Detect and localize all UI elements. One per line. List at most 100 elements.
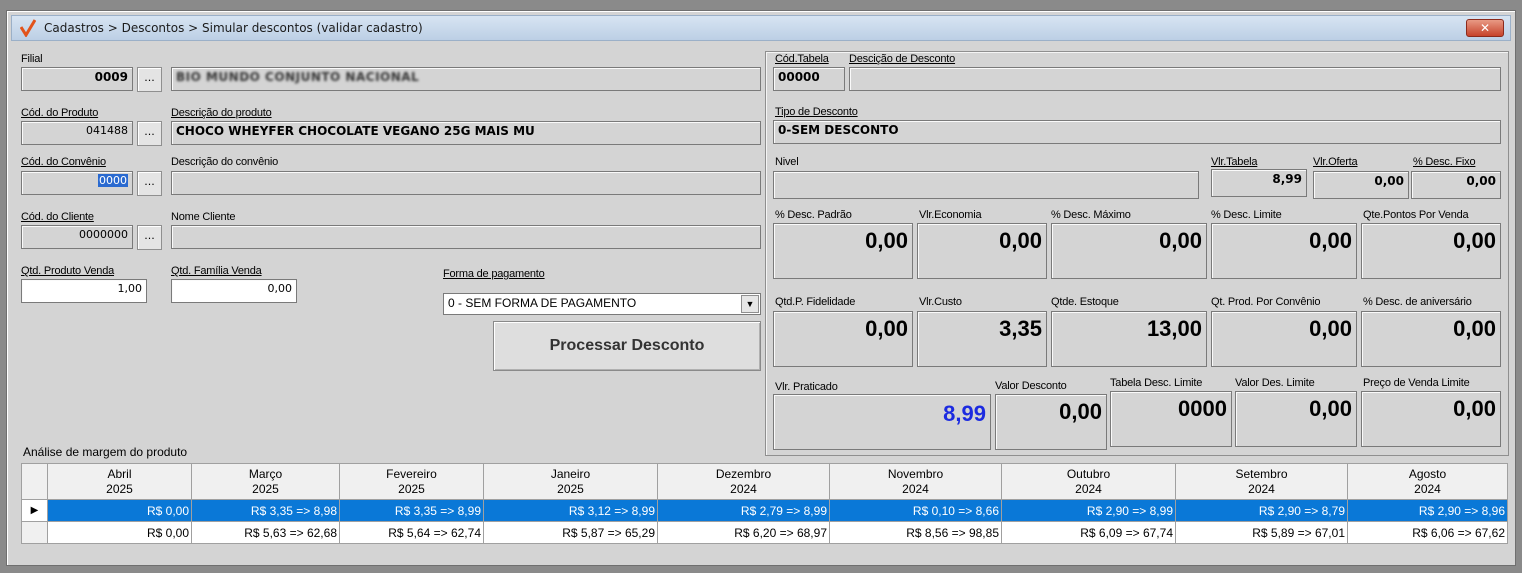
table-price-label: Vlr.Tabela	[1211, 156, 1258, 168]
grid-cell[interactable]: R$ 0,00	[47, 499, 192, 522]
grid-cell[interactable]: R$ 6,06 => 67,62	[1347, 521, 1508, 544]
product-desc-field: CHOCO WHEYFER CHOCOLATE VEGANO 25G MAIS …	[171, 121, 761, 145]
month-label: Setembro	[1235, 466, 1288, 481]
checkmark-logo-icon	[18, 18, 38, 38]
grid-cell[interactable]: R$ 6,09 => 67,74	[1001, 521, 1176, 544]
grid-header-cell[interactable]: Setembro 2024	[1175, 463, 1348, 500]
product-lookup-button[interactable]: ...	[137, 121, 162, 146]
std-discount-label: % Desc. Padrão	[775, 209, 852, 221]
table-code-field: 00000	[773, 67, 845, 91]
grid-header-cell[interactable]: Janeiro 2025	[483, 463, 658, 500]
product-desc-label: Descrição do produto	[171, 107, 272, 119]
year-label: 2024	[1414, 481, 1441, 496]
qty-family-field[interactable]: 0,00	[171, 279, 297, 303]
month-label: Março	[248, 466, 283, 481]
qty-product-field[interactable]: 1,00	[21, 279, 147, 303]
grid-header-cell[interactable]: Dezembro 2024	[657, 463, 830, 500]
grid-cell[interactable]: R$ 2,90 => 8,99	[1001, 499, 1176, 522]
client-name-label: Nome Cliente	[171, 211, 236, 223]
grid-cell[interactable]: R$ 2,90 => 8,96	[1347, 499, 1508, 522]
grid-cell[interactable]: R$ 0,00	[47, 521, 192, 544]
year-label: 2025	[106, 481, 133, 496]
discount-value-label: Valor Desconto	[995, 380, 1067, 392]
month-label: Dezembro	[715, 466, 772, 481]
grid-cell[interactable]: R$ 3,35 => 8,98	[191, 499, 340, 522]
grid-header-cell[interactable]: Abril 2025	[47, 463, 192, 500]
limit-table-label: Tabela Desc. Limite	[1110, 377, 1203, 389]
agreement-code-field[interactable]: 0000	[21, 171, 133, 195]
cost-value: 3,35	[917, 311, 1047, 367]
table-row[interactable]: R$ 0,00 R$ 5,63 => 62,68 R$ 5,64 => 62,7…	[21, 521, 1508, 544]
month-label: Abril	[107, 466, 132, 481]
grid-cell[interactable]: R$ 5,63 => 62,68	[191, 521, 340, 544]
agreement-desc-field	[171, 171, 761, 195]
table-code-label: Cód.Tabela	[775, 53, 829, 65]
qty-family-label: Qtd. Família Venda	[171, 265, 262, 277]
grid-cell[interactable]: R$ 3,12 => 8,99	[483, 499, 658, 522]
grid-header-row: Abril 2025 Março 2025 Fevereiro 2025 Janeir…	[21, 463, 1508, 500]
window-title: Cadastros > Descontos > Simular desconto…	[44, 21, 423, 35]
grid-corner	[21, 463, 48, 500]
loyalty-qty-value: 0,00	[773, 311, 913, 367]
discount-desc-field	[849, 67, 1501, 91]
filial-code-field[interactable]: 0009	[21, 67, 133, 91]
fixed-discount-label: % Desc. Fixo	[1413, 156, 1476, 168]
level-label: Nivel	[775, 156, 799, 168]
process-discount-button[interactable]: Processar Desconto	[493, 321, 761, 371]
grid-header-cell[interactable]: Março 2025	[191, 463, 340, 500]
month-label: Outubro	[1066, 466, 1111, 481]
margin-analysis-title: Análise de margem do produto	[23, 445, 188, 459]
discount-value-value: 0,00	[995, 394, 1107, 450]
discount-type-label: Tipo de Desconto	[775, 106, 858, 118]
offer-price-field: 0,00	[1313, 171, 1409, 199]
stock-label: Qtde. Estoque	[1051, 296, 1119, 308]
close-button[interactable]: ✕	[1466, 19, 1504, 37]
grid-cell[interactable]: R$ 8,56 => 98,85	[829, 521, 1002, 544]
year-label: 2024	[1248, 481, 1275, 496]
limit-value-value: 0,00	[1235, 391, 1357, 447]
limit-discount-label: % Desc. Limite	[1211, 209, 1282, 221]
agreement-lookup-button[interactable]: ...	[137, 171, 162, 196]
grid-cell[interactable]: R$ 5,64 => 62,74	[339, 521, 484, 544]
grid-header-cell[interactable]: Novembro 2024	[829, 463, 1002, 500]
month-label: Fevereiro	[386, 466, 437, 481]
client-code-field[interactable]: 0000000	[21, 225, 133, 249]
dropdown-arrow-icon[interactable]: ▼	[741, 295, 759, 313]
row-pointer-icon: ▶	[21, 499, 48, 522]
limit-table-value: 0000	[1110, 391, 1232, 447]
points-per-sale-value: 0,00	[1361, 223, 1501, 279]
grid-header-cell[interactable]: Fevereiro 2025	[339, 463, 484, 500]
grid-cell[interactable]: R$ 5,87 => 65,29	[483, 521, 658, 544]
table-price-field: 8,99	[1211, 169, 1307, 197]
grid-cell[interactable]: R$ 5,89 => 67,01	[1175, 521, 1348, 544]
client-lookup-button[interactable]: ...	[137, 225, 162, 250]
fixed-discount-field: 0,00	[1411, 171, 1501, 199]
agreement-desc-label: Descrição do convênio	[171, 156, 279, 168]
year-label: 2025	[557, 481, 584, 496]
margin-analysis-grid: Abril 2025 Março 2025 Fevereiro 2025 Janeir…	[21, 463, 1508, 544]
filial-name-text: BIO MUNDO CONJUNTO NACIONAL	[176, 70, 420, 84]
loyalty-qty-label: Qtd.P. Fidelidade	[775, 296, 856, 308]
stock-value: 13,00	[1051, 311, 1207, 367]
grid-cell[interactable]: R$ 2,90 => 8,79	[1175, 499, 1348, 522]
grid-cell[interactable]: R$ 0,10 => 8,66	[829, 499, 1002, 522]
filial-lookup-button[interactable]: ...	[137, 67, 162, 92]
grid-header-cell[interactable]: Outubro 2024	[1001, 463, 1176, 500]
product-code-label: Cód. do Produto	[21, 107, 99, 119]
grid-cell[interactable]: R$ 6,20 => 68,97	[657, 521, 830, 544]
max-discount-label: % Desc. Máximo	[1051, 209, 1131, 221]
year-label: 2024	[902, 481, 929, 496]
month-label: Novembro	[887, 466, 944, 481]
points-per-sale-label: Qte.Pontos Por Venda	[1363, 209, 1469, 221]
month-label: Agosto	[1408, 466, 1447, 481]
month-label: Janeiro	[550, 466, 591, 481]
product-code-field[interactable]: 041488	[21, 121, 133, 145]
year-label: 2024	[730, 481, 757, 496]
table-row[interactable]: ▶ R$ 0,00 R$ 3,35 => 8,98 R$ 3,35 => 8,9…	[21, 499, 1508, 522]
payment-method-select[interactable]: 0 - SEM FORMA DE PAGAMENTO ▼	[443, 293, 761, 315]
discount-type-field: 0-SEM DESCONTO	[773, 120, 1501, 144]
practiced-price-label: Vlr. Praticado	[775, 381, 838, 393]
grid-cell[interactable]: R$ 2,79 => 8,99	[657, 499, 830, 522]
grid-header-cell[interactable]: Agosto 2024	[1347, 463, 1508, 500]
grid-cell[interactable]: R$ 3,35 => 8,99	[339, 499, 484, 522]
